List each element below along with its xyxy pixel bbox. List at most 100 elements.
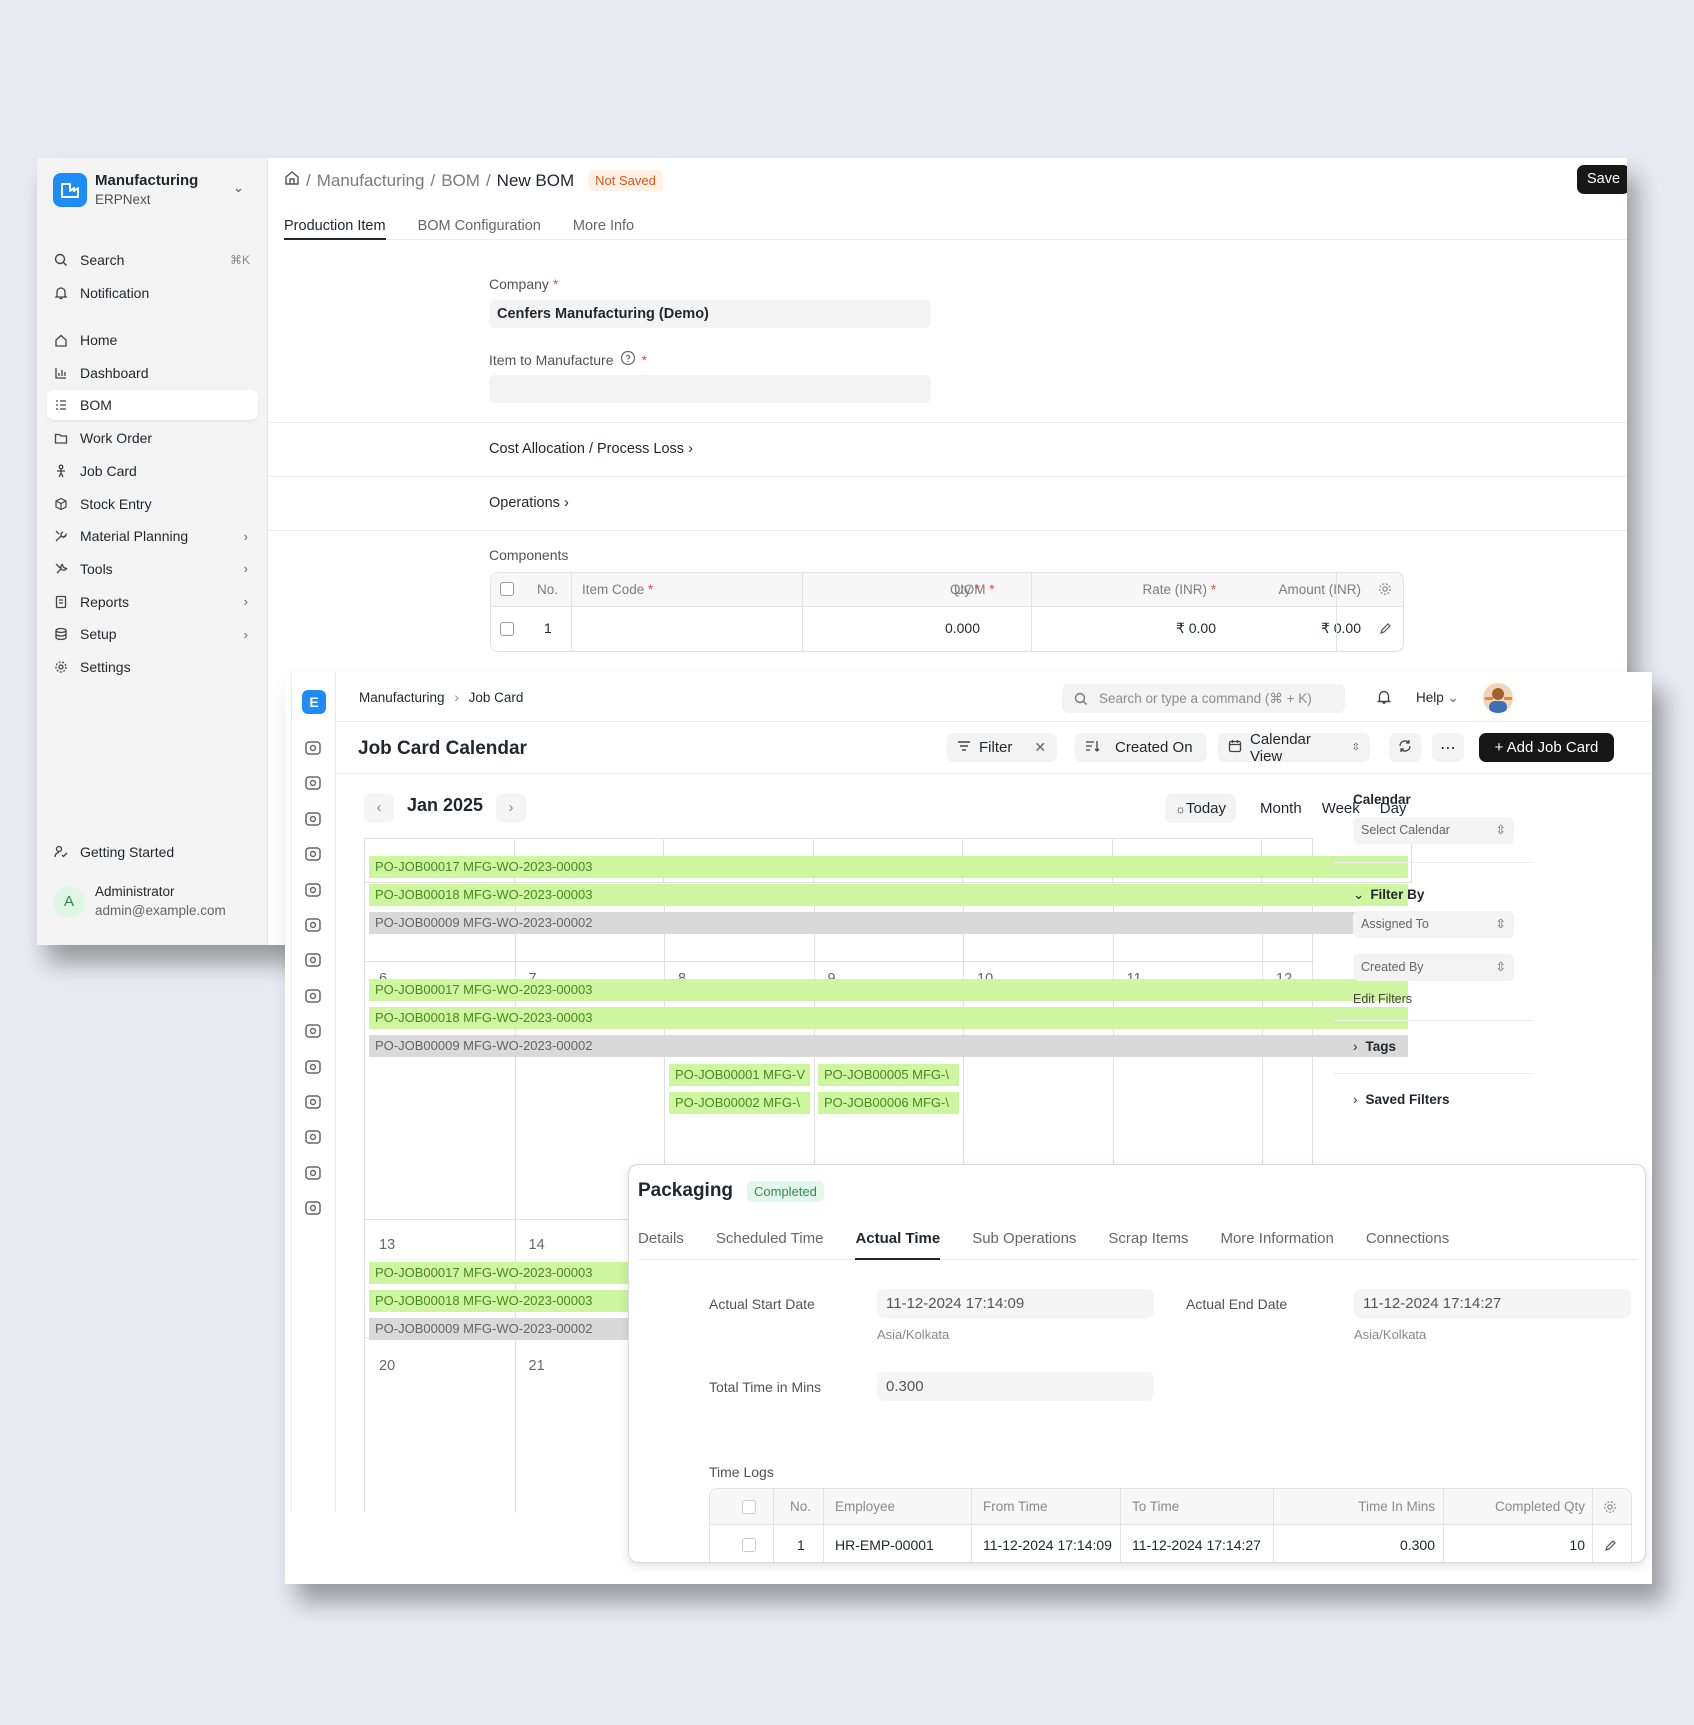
headset-icon[interactable] (303, 1092, 325, 1114)
refresh-button[interactable] (1389, 733, 1421, 762)
row-employee[interactable]: HR-EMP-00001 (835, 1537, 934, 1553)
calendar-event[interactable]: PO-JOB00009 MFG-WO-2023-00002 (369, 912, 1408, 934)
briefcase-icon[interactable] (303, 809, 325, 831)
calendar-select[interactable]: ⇳ Select Calendar (1353, 817, 1514, 844)
total-time-field[interactable]: 0.300 (877, 1372, 1154, 1401)
erpnext-logo-icon[interactable]: E (302, 690, 326, 714)
select-all-checkbox[interactable] (742, 1500, 756, 1514)
gear-icon[interactable] (1378, 582, 1392, 599)
sidebar-item-bom[interactable]: BOM (47, 390, 258, 421)
row-checkbox[interactable] (500, 622, 514, 636)
row-rate[interactable]: ₹ 0.00 (1071, 620, 1216, 637)
row-to-time[interactable]: 11-12-2024 17:14:27 (1132, 1537, 1261, 1553)
chevron-down-icon[interactable]: ⌄ (233, 180, 244, 196)
actual-end-field[interactable]: 11-12-2024 17:14:27 (1354, 1289, 1631, 1318)
section-operations[interactable]: Operations › (489, 495, 569, 511)
server-icon[interactable] (303, 1163, 325, 1185)
sidebar-item-setup[interactable]: Setup › (47, 619, 258, 649)
tab-sub-operations[interactable]: Sub Operations (972, 1222, 1076, 1260)
help-dropdown[interactable]: Help ⌄ (1416, 690, 1459, 706)
calendar-event[interactable]: PO-JOB00017 MFG-WO-2023-00003 (369, 979, 1408, 1001)
avatar[interactable]: A (53, 886, 85, 918)
rocket-icon[interactable] (303, 1198, 325, 1220)
bell-icon[interactable] (1376, 689, 1392, 710)
sidebar-item-work-order[interactable]: Work Order (47, 423, 258, 453)
view-selector[interactable]: Calendar View ⇳ (1218, 731, 1370, 765)
day-number[interactable]: 13 (379, 1237, 395, 1253)
breadcrumb-job-card[interactable]: Job Card (469, 690, 524, 705)
edit-icon[interactable] (1379, 621, 1393, 638)
app-logo-icon[interactable] (53, 173, 87, 207)
card-icon[interactable] (303, 844, 325, 866)
edit-filters-link[interactable]: Edit Filters (1353, 992, 1412, 1006)
calendar-event[interactable]: PO-JOB00017 MFG-WO-2023-00003 (369, 856, 1408, 878)
item-to-manufacture-field[interactable] (489, 375, 931, 403)
actual-start-field[interactable]: 11-12-2024 17:14:09 (877, 1289, 1154, 1318)
table-row[interactable]: 1 0.000 ₹ 0.00 ₹ 0.00 (491, 607, 1403, 651)
breadcrumb-bom[interactable]: BOM (441, 171, 480, 191)
calendar-event[interactable]: PO-JOB00018 MFG-WO-2023-00003 (369, 1007, 1408, 1029)
row-qty[interactable]: 0.000 (840, 620, 980, 636)
cube-icon[interactable] (303, 950, 325, 972)
tab-more-information[interactable]: More Information (1220, 1222, 1333, 1260)
more-button[interactable]: ⋯ (1432, 733, 1464, 762)
tab-scheduled-time[interactable]: Scheduled Time (716, 1222, 824, 1260)
assigned-to-select[interactable]: ⇳ Assigned To (1353, 911, 1514, 938)
app-name[interactable]: Manufacturing (95, 172, 198, 189)
tab-actual-time[interactable]: Actual Time (855, 1222, 941, 1260)
breadcrumb-manufacturing[interactable]: Manufacturing (359, 690, 445, 705)
sidebar-item-settings[interactable]: Settings (47, 652, 258, 682)
sidebar-item-job-card[interactable]: Job Card (47, 456, 258, 486)
shield-icon[interactable] (303, 1021, 325, 1043)
row-completed-qty[interactable]: 10 (1445, 1537, 1585, 1553)
filter-button[interactable]: Filter ✕ (947, 733, 1057, 762)
tab-more-info[interactable]: More Info (573, 200, 634, 240)
month-view-button[interactable]: Month (1250, 800, 1312, 817)
edit-icon[interactable] (1604, 1538, 1618, 1555)
section-cost-allocation[interactable]: Cost Allocation / Process Loss › (489, 441, 693, 457)
day-number[interactable]: 21 (529, 1358, 545, 1374)
pie-icon[interactable] (303, 986, 325, 1008)
tab-details[interactable]: Details (638, 1222, 684, 1260)
sidebar-getting-started[interactable]: Getting Started (47, 837, 258, 867)
gear-icon[interactable] (1603, 1500, 1617, 1517)
server-icon[interactable] (303, 1127, 325, 1149)
help-icon[interactable] (620, 350, 636, 369)
calendar-event[interactable]: PO-JOB00009 MFG-WO-2023-00002 (369, 1318, 661, 1340)
sidebar-item-home[interactable]: Home (47, 325, 258, 355)
tab-bom-configuration[interactable]: BOM Configuration (418, 200, 541, 240)
table-row[interactable]: 1 HR-EMP-00001 11-12-2024 17:14:09 11-12… (710, 1525, 1631, 1562)
today-button[interactable]: ☼Today (1165, 794, 1237, 823)
row-checkbox[interactable] (742, 1538, 756, 1552)
calendar-event[interactable]: PO-JOB00006 MFG-\ (818, 1092, 959, 1114)
calendar-event[interactable]: PO-JOB00018 MFG-WO-2023-00003 (369, 884, 1408, 906)
avatar[interactable] (1483, 683, 1513, 713)
sort-button[interactable]: Created On (1075, 733, 1207, 762)
calendar-event[interactable]: PO-JOB00001 MFG-V (669, 1064, 810, 1086)
prev-month-button[interactable]: ‹ (364, 794, 394, 822)
add-job-card-button[interactable]: + Add Job Card (1479, 733, 1614, 762)
close-icon[interactable]: ✕ (1034, 739, 1046, 756)
day-number[interactable]: 14 (529, 1237, 545, 1253)
select-all-checkbox[interactable] (500, 582, 514, 596)
row-time-in-mins[interactable]: 0.300 (1290, 1537, 1435, 1553)
created-by-select[interactable]: ⇳ Created By (1353, 954, 1514, 981)
tags-header[interactable]: › Tags (1353, 1039, 1396, 1054)
filter-by-header[interactable]: ⌄ Filter By (1353, 887, 1424, 903)
tab-production-item[interactable]: Production Item (284, 200, 386, 240)
day-number[interactable]: 20 (379, 1358, 395, 1374)
tools-icon[interactable] (303, 738, 325, 760)
search-input[interactable]: Search or type a command (⌘ + K) (1062, 684, 1345, 713)
company-field[interactable]: Cenfers Manufacturing (Demo) (489, 300, 931, 328)
tab-scrap-items[interactable]: Scrap Items (1108, 1222, 1188, 1260)
inbox-icon[interactable] (303, 880, 325, 902)
sidebar-notification[interactable]: Notification (47, 278, 258, 308)
saved-filters-header[interactable]: › Saved Filters (1353, 1092, 1450, 1107)
calendar-event[interactable]: PO-JOB00017 MFG-WO-2023-00003 (369, 1262, 661, 1284)
tab-connections[interactable]: Connections (1366, 1222, 1449, 1260)
calendar-event[interactable]: PO-JOB00018 MFG-WO-2023-00003 (369, 1290, 661, 1312)
building-icon[interactable] (303, 915, 325, 937)
calendar-event[interactable]: PO-JOB00005 MFG-\ (818, 1064, 959, 1086)
next-month-button[interactable]: › (496, 794, 526, 822)
sidebar-item-stock-entry[interactable]: Stock Entry (47, 489, 258, 519)
